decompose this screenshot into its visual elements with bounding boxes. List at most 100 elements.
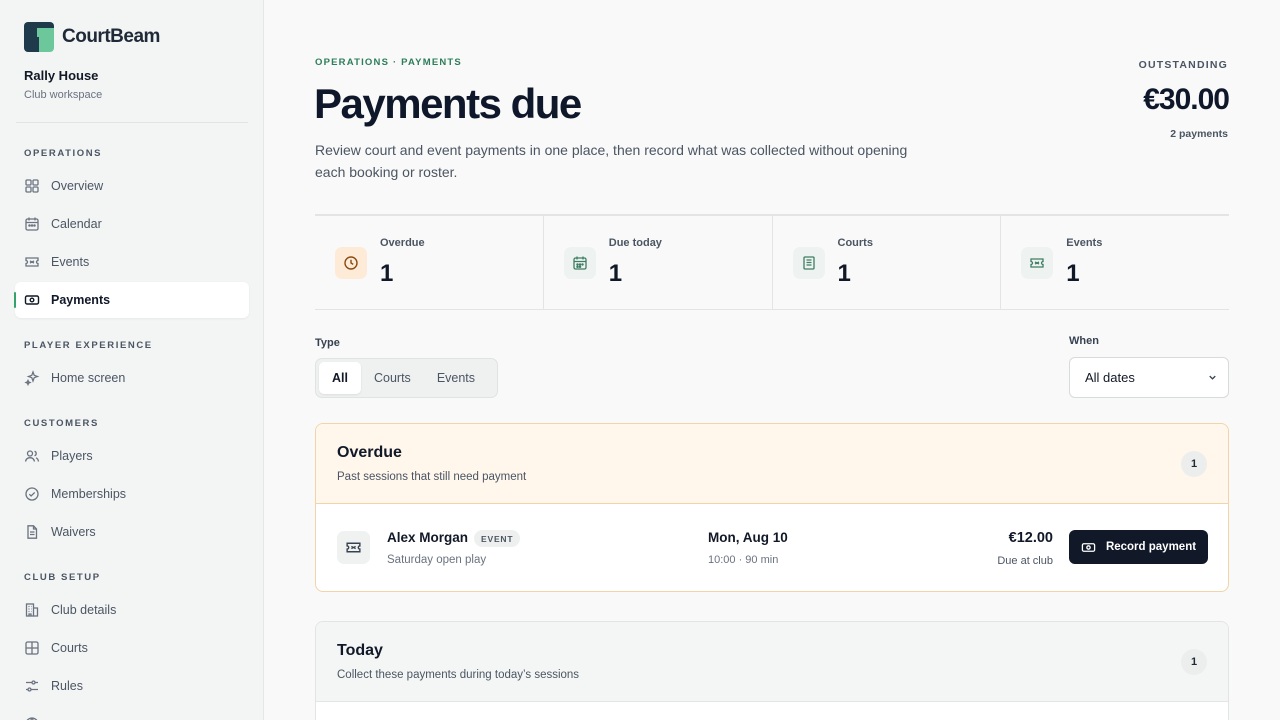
payer-name: Alex Morgan xyxy=(387,530,469,545)
sidebar-item-label: Courts xyxy=(51,641,88,655)
stat-label: Due today xyxy=(608,237,662,249)
sparkles-icon xyxy=(24,370,40,386)
clock-icon xyxy=(335,247,367,279)
sidebar-item-memberships[interactable]: Memberships xyxy=(15,476,249,512)
page-description: Review court and event payments in one p… xyxy=(315,142,908,180)
sidebar-item-label: Overview xyxy=(51,179,104,193)
sidebar-item-club-details[interactable]: Club details xyxy=(15,592,249,628)
sidebar-item-label: Memberships xyxy=(51,487,127,501)
ticket-icon xyxy=(337,531,370,564)
chevron-down-icon xyxy=(1209,375,1216,380)
payment-amount: €12.00 xyxy=(1008,530,1053,546)
sidebar-item-label: Calendar xyxy=(51,217,102,231)
sidebar-item-players[interactable]: Players xyxy=(15,438,249,474)
stat-value: 1 xyxy=(837,260,851,287)
sidebar-item-events[interactable]: Events xyxy=(15,244,249,280)
stat-value: 1 xyxy=(380,260,394,287)
section-label-customers: CUSTOMERS xyxy=(24,418,99,429)
check-circle-icon xyxy=(24,486,40,502)
when-filter-label: When xyxy=(1069,335,1099,347)
sidebar-divider xyxy=(16,122,248,123)
sidebar-item-label: Waivers xyxy=(51,525,96,539)
page-title: Payments due xyxy=(314,80,582,127)
sidebar-item-waivers[interactable]: Waivers xyxy=(15,514,249,550)
ticket-icon xyxy=(24,254,40,270)
sidebar-item-label: Club details xyxy=(51,603,117,617)
brand[interactable]: CourtBeam xyxy=(24,22,160,52)
sidebar-item-calendar[interactable]: Calendar xyxy=(15,206,249,242)
outstanding-amount: €30.00 xyxy=(1143,83,1230,116)
breadcrumb: OPERATIONS · PAYMENTS xyxy=(315,57,462,68)
stat-value: 1 xyxy=(608,260,623,287)
today-section: Today Collect these payments during toda… xyxy=(315,621,1229,720)
stat-label: Overdue xyxy=(380,237,425,249)
globe-icon xyxy=(24,716,40,720)
section-label-club-setup: CLUB SETUP xyxy=(24,572,101,583)
sidebar-item-more[interactable] xyxy=(15,706,249,720)
stats-row: Overdue 1 Due today 1 Courts 1 Events 1 xyxy=(315,214,1229,310)
section-title: Overdue xyxy=(337,444,402,461)
calendar-icon xyxy=(24,216,40,232)
type-filter-events[interactable]: Events xyxy=(424,362,488,394)
banknote-icon xyxy=(24,292,40,308)
section-subtitle: Collect these payments during today’s se… xyxy=(337,669,580,681)
section-label-player-experience: PLAYER EXPERIENCE xyxy=(24,340,153,351)
type-filter-courts[interactable]: Courts xyxy=(361,362,424,394)
record-payment-label: Record payment xyxy=(1105,541,1197,553)
brand-name: CourtBeam xyxy=(62,26,160,47)
payment-row[interactable]: Alex Morgan EVENT Saturday open play Mon… xyxy=(316,504,1228,591)
sidebar-item-home-screen[interactable]: Home screen xyxy=(15,360,249,396)
overdue-section: Overdue Past sessions that still need pa… xyxy=(315,423,1229,592)
building-icon xyxy=(24,602,40,618)
stat-value: 1 xyxy=(1066,260,1080,287)
courtbeam-logo-icon xyxy=(24,22,54,52)
banknote-icon xyxy=(1081,542,1096,552)
section-label-operations: OPERATIONS xyxy=(24,148,103,159)
count-badge: 1 xyxy=(1181,649,1207,675)
type-filter-all[interactable]: All xyxy=(319,362,361,394)
users-icon xyxy=(24,448,40,464)
court-icon xyxy=(24,640,40,656)
outstanding-count: 2 payments xyxy=(1170,128,1228,140)
stat-events: Events 1 xyxy=(1001,216,1229,309)
stat-overdue: Overdue 1 xyxy=(315,216,544,309)
grid-icon xyxy=(24,178,40,194)
payment-note: Due at club xyxy=(997,555,1053,567)
workspace-subtitle: Club workspace xyxy=(24,89,103,101)
workspace-name[interactable]: Rally House xyxy=(24,68,98,83)
when-select[interactable]: All dates xyxy=(1069,357,1229,398)
session-name: Saturday open play xyxy=(387,554,487,566)
type-filter-label: Type xyxy=(315,337,340,349)
record-payment-button[interactable]: Record payment xyxy=(1069,530,1208,564)
stat-courts: Courts 1 xyxy=(773,216,1002,309)
document-icon xyxy=(792,247,825,279)
sidebar-item-label: Events xyxy=(51,255,90,269)
count-badge: 1 xyxy=(1181,451,1207,477)
outstanding-label: OUTSTANDING xyxy=(1138,59,1228,71)
type-tag: EVENT xyxy=(474,530,521,547)
type-filter: All Courts Events xyxy=(315,358,498,398)
document-icon xyxy=(24,524,40,540)
sidebar-item-overview[interactable]: Overview xyxy=(15,168,249,204)
sidebar-item-label: Home screen xyxy=(51,371,126,385)
section-header: Today Collect these payments during toda… xyxy=(316,622,1228,702)
section-subtitle: Past sessions that still need payment xyxy=(337,471,527,483)
section-title: Today xyxy=(337,642,383,659)
sliders-icon xyxy=(24,678,40,694)
ticket-icon xyxy=(1021,247,1054,279)
stat-due-today: Due today 1 xyxy=(544,216,773,309)
sidebar-item-payments[interactable]: Payments xyxy=(14,282,249,318)
session-date: Mon, Aug 10 xyxy=(708,530,788,545)
when-select-value: All dates xyxy=(1085,370,1135,385)
sidebar-item-courts[interactable]: Courts xyxy=(15,630,249,666)
session-time: 10:00 · 90 min xyxy=(708,554,779,566)
stat-label: Courts xyxy=(837,237,873,249)
sidebar-item-label: Payments xyxy=(51,293,111,307)
sidebar-item-rules[interactable]: Rules xyxy=(15,668,249,704)
sidebar: CourtBeam Rally House Club workspace OPE… xyxy=(0,0,264,720)
sidebar-item-label: Rules xyxy=(51,679,83,693)
section-header: Overdue Past sessions that still need pa… xyxy=(316,424,1228,504)
sidebar-item-label: Players xyxy=(51,449,93,463)
stat-label: Events xyxy=(1066,237,1103,249)
calendar-icon xyxy=(563,247,596,279)
